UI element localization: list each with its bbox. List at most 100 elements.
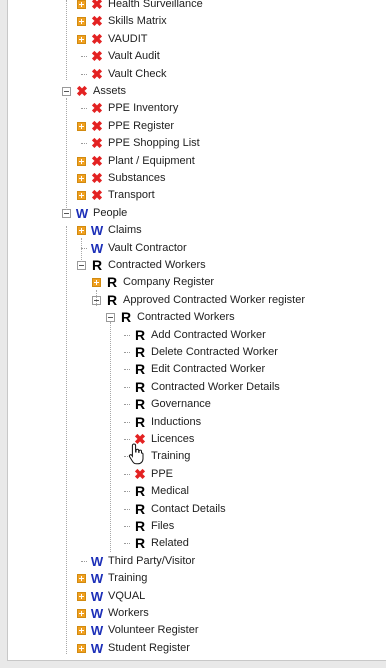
expand-toggle-icon[interactable] (77, 574, 86, 584)
tree-node-ppe-inventory[interactable]: ✖ PPE Inventory (8, 100, 386, 117)
expand-toggle-icon[interactable] (77, 121, 86, 131)
tree-node-label[interactable]: VQUAL (108, 588, 145, 605)
tree-node-vqual[interactable]: W VQUAL (8, 588, 386, 605)
tree-node-edit-contracted-worker[interactable]: R Edit Contracted Worker (8, 361, 386, 378)
tree-node-label[interactable]: PPE Inventory (108, 100, 178, 117)
tree-node-related[interactable]: R Related (8, 535, 386, 552)
tree-node-add-contracted-worker[interactable]: R Add Contracted Worker (8, 327, 386, 344)
tree-node-label[interactable]: Third Party/Visitor (108, 553, 195, 570)
tree-node-vault-audit[interactable]: ✖ Vault Audit (8, 48, 386, 65)
tree-node-label[interactable]: Training (108, 570, 147, 587)
tree-node-label[interactable]: Assets (93, 83, 126, 100)
tree-node-people[interactable]: W People (8, 205, 386, 222)
tree-node-label[interactable]: Contracted Worker Details (151, 379, 280, 396)
tree-node-label[interactable]: Health Surveillance (108, 0, 203, 13)
tree-node-transport[interactable]: ✖ Transport (8, 187, 386, 204)
tree-node-label[interactable]: Vault Check (108, 66, 167, 83)
tree-node-label[interactable]: Student Register (108, 640, 190, 657)
tree-node-label[interactable]: Vault Contractor (108, 240, 187, 257)
tree-node-label[interactable]: People (93, 205, 127, 222)
tree-node-vault-contractor[interactable]: W Vault Contractor (8, 240, 386, 257)
tree-node-files[interactable]: R Files (8, 518, 386, 535)
tree-node-label[interactable]: Contact Details (151, 501, 226, 518)
tree-node-ppe[interactable]: ✖ PPE (8, 466, 386, 483)
tree-node-volunteer-register[interactable]: W Volunteer Register (8, 622, 386, 639)
tree-guide-line (96, 290, 97, 306)
expand-toggle-icon[interactable] (77, 34, 86, 44)
tree-node-label[interactable]: Related (151, 535, 189, 552)
tree-panel: ✖ Health Surveillance ✖ Skills Matrix ✖ VAUDI… (7, 0, 386, 667)
tree-node-training[interactable]: W Training (8, 570, 386, 587)
expand-toggle-icon[interactable] (77, 591, 86, 601)
tree-node-label[interactable]: Medical (151, 483, 189, 500)
tree-node-company-register[interactable]: R Company Register (8, 274, 386, 291)
tree-node-label[interactable]: Volunteer Register (108, 622, 199, 639)
tree-node-third-party-visitor[interactable]: W Third Party/Visitor (8, 553, 386, 570)
collapse-toggle-icon[interactable] (62, 208, 71, 218)
collapse-toggle-icon[interactable] (106, 313, 115, 323)
tree-node-vaudit[interactable]: ✖ VAUDIT (8, 31, 386, 48)
expand-toggle-icon[interactable] (77, 226, 86, 236)
expand-toggle-icon[interactable] (77, 174, 86, 183)
tree-node-workers[interactable]: W Workers (8, 605, 386, 622)
tree-node-medical[interactable]: R Medical (8, 483, 386, 500)
collapse-toggle-icon[interactable] (62, 87, 71, 96)
denied-x-icon: ✖ (91, 170, 103, 186)
tree-node-label[interactable]: Edit Contracted Worker (151, 361, 265, 378)
tree-node-skills-matrix[interactable]: ✖ Skills Matrix (8, 13, 386, 30)
tree-node-governance[interactable]: R Governance (8, 396, 386, 413)
tree-node-label[interactable]: Approved Contracted Worker register (123, 292, 305, 309)
tree-node-label[interactable]: Workers (108, 605, 149, 622)
tree-node-contact-details[interactable]: R Contact Details (8, 501, 386, 518)
tree-node-label[interactable]: Contracted Workers (108, 257, 206, 274)
tree-node-label[interactable]: Skills Matrix (108, 13, 167, 30)
expand-toggle-icon[interactable] (77, 17, 86, 27)
tree-node-label[interactable]: PPE (151, 466, 173, 483)
tree-node-contracted-workers[interactable]: R Contracted Workers (8, 309, 386, 326)
tree-node-label[interactable]: Transport (108, 187, 155, 204)
tree-node-assets[interactable]: ✖ Assets (8, 83, 386, 100)
tree-node-label[interactable]: Company Register (123, 274, 214, 291)
tree-node-label[interactable]: Inductions (151, 414, 201, 431)
tree-node-student-register[interactable]: W Student Register (8, 640, 386, 657)
tree-node-label[interactable]: Substances (108, 170, 165, 187)
expand-toggle-icon[interactable] (77, 0, 86, 9)
tree-node-label[interactable]: VAUDIT (108, 31, 148, 48)
tree-node-label[interactable]: Claims (108, 222, 142, 239)
tree-node-label[interactable]: PPE Shopping List (108, 135, 200, 152)
expand-toggle-icon[interactable] (77, 626, 86, 636)
tree-node-label[interactable]: Vault Audit (108, 48, 160, 65)
expand-toggle-icon[interactable] (77, 643, 86, 653)
tree-node-label[interactable]: Plant / Equipment (108, 153, 195, 170)
expand-toggle-icon[interactable] (77, 191, 86, 201)
tree-node-licences[interactable]: ✖ Licences (8, 431, 386, 448)
tree-node-ppe-shopping-list[interactable]: ✖ PPE Shopping List (8, 135, 386, 152)
tree-node-approved-contracted-worker-register[interactable]: R Approved Contracted Worker register (8, 292, 386, 309)
tree-node-plant-equipment[interactable]: ✖ Plant / Equipment (8, 153, 386, 170)
tree-node-delete-contracted-worker[interactable]: R Delete Contracted Worker (8, 344, 386, 361)
tree-node-health-surveillance[interactable]: ✖ Health Surveillance (8, 0, 386, 13)
tree-node-inductions[interactable]: R Inductions (8, 414, 386, 431)
tree-node-label[interactable]: Licences (151, 431, 194, 448)
tree-node-label[interactable]: Contracted Workers (137, 309, 235, 326)
collapse-toggle-icon[interactable] (77, 261, 86, 270)
tree-node-label[interactable]: Training (151, 448, 190, 465)
write-w-icon: W (90, 223, 104, 239)
expand-toggle-icon[interactable] (92, 278, 101, 288)
tree-node-ppe-register[interactable]: ✖ PPE Register (8, 118, 386, 135)
tree-node-vault-check[interactable]: ✖ Vault Check (8, 66, 386, 83)
tree-connector (124, 439, 130, 440)
tree-node-training[interactable]: Training (8, 448, 386, 465)
tree-node-substances[interactable]: ✖ Substances (8, 170, 386, 187)
tree-node-label[interactable]: Files (151, 518, 174, 535)
expand-toggle-icon[interactable] (77, 156, 86, 166)
tree-node-label[interactable]: Add Contracted Worker (151, 327, 266, 344)
tree-node-contracted-workers[interactable]: R Contracted Workers (8, 257, 386, 274)
tree-node-label[interactable]: PPE Register (108, 118, 174, 135)
expand-toggle-icon[interactable] (77, 609, 86, 618)
tree-node-contracted-worker-details[interactable]: R Contracted Worker Details (8, 379, 386, 396)
tree-node-label[interactable]: Governance (151, 396, 211, 413)
hand-cursor-icon (128, 443, 144, 465)
tree-node-label[interactable]: Delete Contracted Worker (151, 344, 278, 361)
tree-node-claims[interactable]: W Claims (8, 222, 386, 239)
